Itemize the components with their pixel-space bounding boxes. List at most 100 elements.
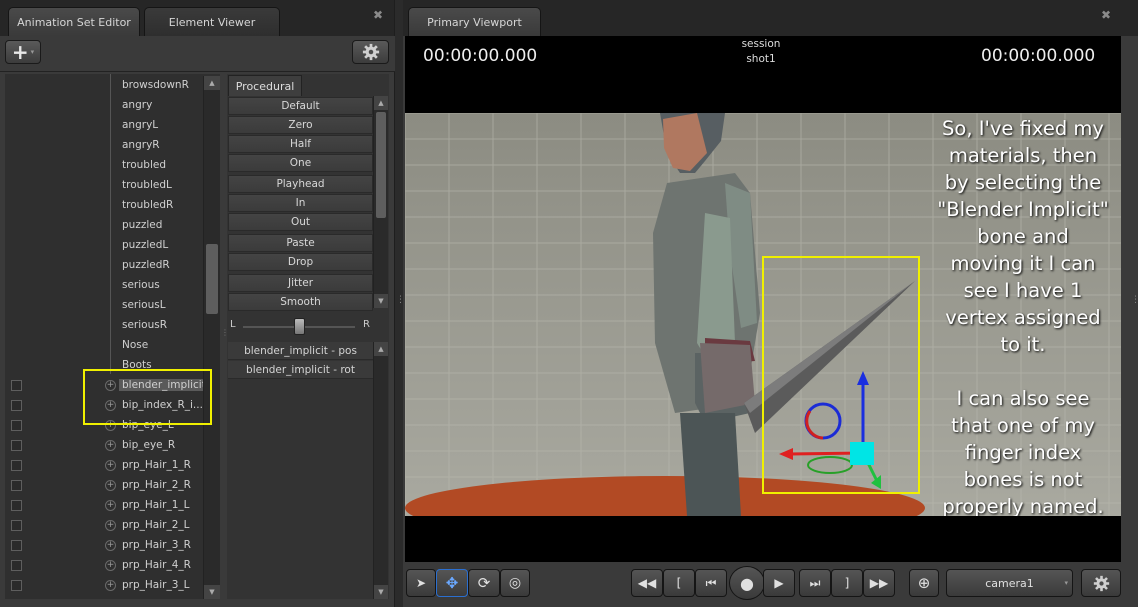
tree-row[interactable]: seriousR: [5, 316, 205, 336]
step-in-button[interactable]: [: [663, 569, 695, 597]
animation-set-tree[interactable]: browsdownR angry angryL angryR troubled troub…: [5, 74, 220, 599]
add-button[interactable]: + ▾: [5, 40, 41, 64]
rewind-button[interactable]: ◀◀: [631, 569, 663, 597]
next-frame-button[interactable]: ⏭: [799, 569, 831, 597]
expand-icon[interactable]: +: [105, 440, 116, 451]
caption-line: to it.: [1000, 333, 1046, 356]
settings-button[interactable]: [352, 40, 389, 64]
tree-row[interactable]: puzzled: [5, 216, 205, 236]
tree-row[interactable]: + prp_Hair_1_R: [5, 456, 205, 476]
scroll-thumb[interactable]: [376, 112, 386, 218]
visibility-checkbox[interactable]: [11, 560, 22, 571]
tree-row[interactable]: + prp_Hair_4_R: [5, 556, 205, 576]
tree-row[interactable]: + prp_Hair_3_L: [5, 576, 205, 596]
tab-animation-set-editor[interactable]: Animation Set Editor: [8, 7, 140, 36]
highlight-box-gizmo: [762, 256, 920, 494]
tree-row[interactable]: Nose: [5, 336, 205, 356]
procedural-button[interactable]: One: [228, 154, 373, 172]
scroll-down-arrow[interactable]: ▼: [204, 585, 220, 599]
scroll-down-arrow[interactable]: ▼: [374, 585, 388, 599]
procedural-button[interactable]: Half: [228, 135, 373, 153]
visibility-checkbox[interactable]: [11, 400, 22, 411]
viewport-3d-view[interactable]: So, I've fixed my materials, then by selec…: [405, 113, 1121, 516]
visibility-checkbox[interactable]: [11, 540, 22, 551]
tree-row[interactable]: angryR: [5, 136, 205, 156]
tree-scrollbar[interactable]: ▲ ▼: [203, 76, 220, 599]
tab-primary-viewport[interactable]: Primary Viewport: [408, 7, 541, 36]
scroll-down-arrow[interactable]: ▼: [374, 294, 388, 308]
tree-row[interactable]: browsdownR: [5, 76, 205, 96]
expand-icon[interactable]: +: [105, 580, 116, 591]
expand-icon[interactable]: +: [105, 460, 116, 471]
procedural-scrollbar[interactable]: ▲ ▼: [373, 96, 388, 308]
scroll-up-arrow[interactable]: ▲: [204, 76, 220, 90]
rewind-icon: ◀◀: [637, 576, 657, 590]
tree-row[interactable]: + bip_eye_R: [5, 436, 205, 456]
camera-select[interactable]: camera1 ▾: [946, 569, 1073, 597]
play-button[interactable]: ▶: [763, 569, 795, 597]
scale-tool-button[interactable]: ◎: [500, 569, 530, 597]
visibility-checkbox[interactable]: [11, 500, 22, 511]
visibility-checkbox[interactable]: [11, 420, 22, 431]
viewport-settings-button[interactable]: [1081, 569, 1121, 597]
tree-row[interactable]: angryL: [5, 116, 205, 136]
tree-row[interactable]: troubledR: [5, 196, 205, 216]
close-icon[interactable]: ✖: [371, 8, 385, 22]
visibility-checkbox[interactable]: [11, 480, 22, 491]
procedural-button[interactable]: Drop: [228, 253, 373, 271]
scroll-thumb[interactable]: [206, 244, 218, 314]
rotate-tool-button[interactable]: ⟳: [468, 569, 500, 597]
timecode-right: 00:00:00.000: [981, 46, 1096, 66]
viewport-tab-bar: Primary Viewport ✖: [403, 0, 1138, 36]
channel-item[interactable]: blender_implicit - pos: [228, 342, 373, 360]
expand-icon[interactable]: +: [105, 520, 116, 531]
procedural-button[interactable]: Playhead: [228, 175, 373, 193]
visibility-checkbox[interactable]: [11, 520, 22, 531]
procedural-button[interactable]: Smooth: [228, 293, 373, 311]
tree-row[interactable]: + prp_Hair_1_L: [5, 496, 205, 516]
tree-item-label: browsdownR: [122, 79, 189, 91]
tree-row[interactable]: angry: [5, 96, 205, 116]
procedural-button[interactable]: Jitter: [228, 274, 373, 292]
tab-procedural[interactable]: Procedural: [228, 75, 302, 96]
balance-slider-handle[interactable]: [294, 318, 305, 335]
expand-icon[interactable]: +: [105, 480, 116, 491]
tree-row[interactable]: + prp_Hair_2_L: [5, 516, 205, 536]
visibility-checkbox[interactable]: [11, 460, 22, 471]
tree-row[interactable]: troubled: [5, 156, 205, 176]
tree-item-label: angryR: [122, 139, 160, 151]
scroll-up-arrow[interactable]: ▲: [374, 96, 388, 110]
move-tool-button[interactable]: ✥: [436, 569, 468, 597]
tree-row[interactable]: + prp_Hair_3_R: [5, 536, 205, 556]
camera-target-button[interactable]: ⊕: [909, 569, 939, 597]
procedural-button[interactable]: In: [228, 194, 373, 212]
channel-scrollbar[interactable]: ▲ ▼: [373, 342, 388, 599]
procedural-button[interactable]: Zero: [228, 116, 373, 134]
expand-icon[interactable]: +: [105, 540, 116, 551]
record-button[interactable]: ●: [729, 566, 765, 600]
visibility-checkbox[interactable]: [11, 380, 22, 391]
fast-forward-button[interactable]: ▶▶: [863, 569, 895, 597]
tree-row[interactable]: puzzledR: [5, 256, 205, 276]
procedural-button[interactable]: Paste: [228, 234, 373, 252]
close-icon[interactable]: ✖: [1099, 8, 1113, 22]
right-splitter[interactable]: ⋮: [1131, 295, 1138, 305]
tab-element-viewer[interactable]: Element Viewer: [144, 7, 280, 36]
select-tool-button[interactable]: ➤: [406, 569, 436, 597]
visibility-checkbox[interactable]: [11, 580, 22, 591]
tree-row[interactable]: troubledL: [5, 176, 205, 196]
previous-frame-button[interactable]: ⏮: [695, 569, 727, 597]
procedural-button[interactable]: Out: [228, 213, 373, 231]
tree-row[interactable]: serious: [5, 276, 205, 296]
caption-line: that one of my: [951, 414, 1095, 437]
channel-item[interactable]: blender_implicit - rot: [228, 361, 373, 379]
tree-row[interactable]: seriousL: [5, 296, 205, 316]
expand-icon[interactable]: +: [105, 560, 116, 571]
step-out-button[interactable]: ]: [831, 569, 863, 597]
expand-icon[interactable]: +: [105, 500, 116, 511]
tree-row[interactable]: puzzledL: [5, 236, 205, 256]
tree-row[interactable]: + prp_Hair_2_R: [5, 476, 205, 496]
procedural-button[interactable]: Default: [228, 97, 373, 115]
scroll-up-arrow[interactable]: ▲: [374, 342, 388, 356]
visibility-checkbox[interactable]: [11, 440, 22, 451]
